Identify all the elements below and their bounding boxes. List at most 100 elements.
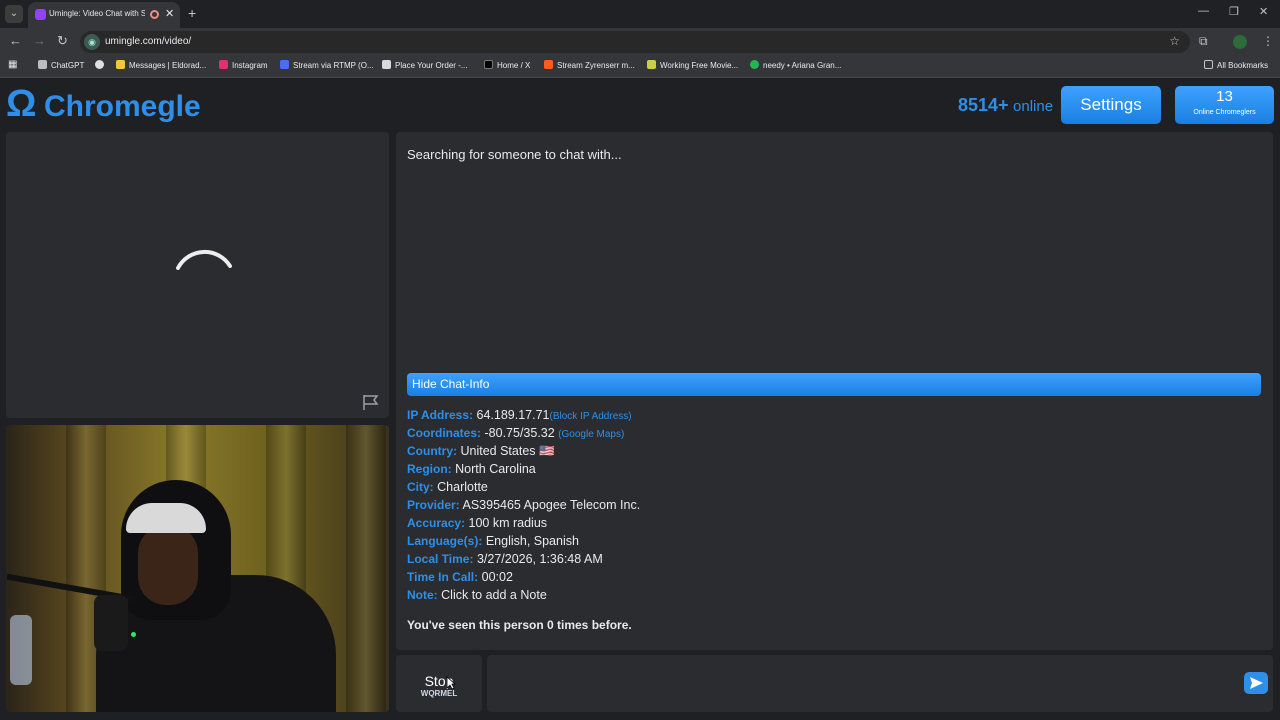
bookmark-item[interactable]: Instagram xyxy=(219,60,268,70)
chat-status: Searching for someone to chat with... xyxy=(407,147,622,162)
loading-spinner-icon xyxy=(176,249,232,270)
address-bar[interactable]: ◉ umingle.com/video/ ☆ xyxy=(80,31,1190,53)
google-maps-link[interactable]: (Google Maps) xyxy=(558,429,624,440)
bookmark-label: Stream via RTMP (O... xyxy=(293,61,374,70)
info-value: -80.75/35.32 xyxy=(484,426,555,440)
umingle-favicon-icon xyxy=(35,9,46,20)
bookmark-item[interactable]: Place Your Order -... xyxy=(382,60,467,70)
info-key: Country: xyxy=(407,444,457,458)
chromeglers-count: 13 xyxy=(1216,88,1233,105)
info-languages-row: Language(s): English, Spanish xyxy=(407,534,640,552)
info-key: Time In Call: xyxy=(407,570,479,584)
x-logo-icon xyxy=(484,60,493,69)
info-key: City: xyxy=(407,480,434,494)
info-key: Coordinates: xyxy=(407,426,482,440)
bookmark-label: ChatGPT xyxy=(51,61,85,70)
menu-dots-icon[interactable]: ⋮ xyxy=(1262,34,1274,48)
self-video xyxy=(6,425,389,712)
info-region-row: Region: North Carolina xyxy=(407,462,640,480)
add-note-link[interactable]: Click to add a Note xyxy=(441,588,547,602)
bookmark-favicon-icon xyxy=(38,60,47,69)
reload-icon[interactable]: ↻ xyxy=(57,33,68,49)
bookmark-item[interactable]: Working Free Movie... xyxy=(647,60,738,70)
settings-button[interactable]: Settings xyxy=(1061,86,1161,124)
info-value: 3/27/2026, 1:36:48 AM xyxy=(476,552,603,566)
stop-button[interactable]: Stop WQRMEL xyxy=(396,655,482,712)
minimize-icon[interactable]: — xyxy=(1198,5,1209,17)
send-button[interactable] xyxy=(1244,672,1268,694)
chat-panel: Searching for someone to chat with... Hi… xyxy=(396,132,1273,650)
info-key: Region: xyxy=(407,462,452,476)
info-value: 100 km radius xyxy=(468,516,548,530)
back-icon[interactable]: ← xyxy=(9,33,22,48)
browser-tabstrip: ⌄ Umingle: Video Chat with S ✕ + — ❐ ✕ xyxy=(0,0,1280,28)
hide-chat-info-button[interactable]: Hide Chat-Info xyxy=(407,373,1261,396)
profile-avatar[interactable] xyxy=(1233,35,1247,49)
water-bottle xyxy=(10,615,32,685)
bookmark-label: needy • Ariana Gran... xyxy=(763,61,842,70)
restore-icon[interactable]: ❐ xyxy=(1229,5,1239,18)
bookmark-favicon-icon xyxy=(116,60,125,69)
bookmark-favicon-icon xyxy=(544,60,553,69)
bookmark-favicon-icon xyxy=(382,60,391,69)
bookmark-label: Stream Zyrenserr m... xyxy=(557,61,635,70)
bookmark-favicon-icon xyxy=(95,60,104,69)
tab-close-icon[interactable]: ✕ xyxy=(165,7,174,20)
bookmark-item[interactable]: needy • Ariana Gran... xyxy=(750,60,841,70)
info-key: IP Address: xyxy=(407,408,474,422)
instagram-icon xyxy=(219,60,228,69)
info-city-row: City: Charlotte xyxy=(407,480,640,498)
stranger-video xyxy=(6,132,389,418)
mouse-cursor-icon xyxy=(446,676,456,690)
bookmark-label: Place Your Order -... xyxy=(395,61,468,70)
bookmark-item[interactable]: Stream Zyrenserr m... xyxy=(544,60,635,70)
bookmark-label: Messages | Eldorad... xyxy=(129,61,207,70)
online-chromeglers-button[interactable]: 13 Online Chromeglers xyxy=(1175,86,1274,124)
info-key: Accuracy: xyxy=(407,516,466,530)
message-input[interactable] xyxy=(487,655,1273,712)
bookmark-item[interactable]: Stream via RTMP (O... xyxy=(280,60,374,70)
bookmark-favicon-icon xyxy=(647,60,656,69)
seen-count-text: You've seen this person 0 times before. xyxy=(407,618,632,632)
chromegle-page: Ω Chromegle 8514+ online Settings 13 Onl… xyxy=(0,80,1280,720)
all-bookmarks-folder[interactable]: All Bookmarks xyxy=(1204,60,1268,70)
info-key: Language(s): xyxy=(407,534,483,548)
bookmark-favicon-icon xyxy=(280,60,289,69)
tab-search-icon[interactable]: ⌄ xyxy=(5,5,23,23)
browser-tab[interactable]: Umingle: Video Chat with S ✕ xyxy=(28,2,180,28)
info-key: Provider: xyxy=(407,498,460,512)
info-value: English, Spanish xyxy=(485,534,579,548)
info-value: 00:02 xyxy=(481,570,513,584)
info-accuracy-row: Accuracy: 100 km radius xyxy=(407,516,640,534)
bookmark-label: Home / X xyxy=(497,61,531,70)
site-info-icon[interactable]: ◉ xyxy=(84,34,100,50)
mic-led xyxy=(131,632,136,637)
report-flag-icon[interactable] xyxy=(362,394,380,411)
chromeglers-label: Online Chromeglers xyxy=(1193,109,1256,116)
online-counter: 8514+ online xyxy=(958,95,1053,116)
bookmark-item[interactable]: Home / X xyxy=(484,60,530,70)
bookmark-item[interactable]: Messages | Eldorad... xyxy=(116,60,206,70)
info-local-time-row: Local Time: 3/27/2026, 1:36:48 AM xyxy=(407,552,640,570)
info-value: Charlotte xyxy=(437,480,488,494)
person-face xyxy=(138,525,198,605)
bookmark-item[interactable]: ChatGPT xyxy=(38,60,84,70)
window-close-icon[interactable]: ✕ xyxy=(1259,5,1268,18)
extensions-icon[interactable]: ⧉ xyxy=(1199,34,1208,49)
all-bookmarks-label: All Bookmarks xyxy=(1217,61,1269,70)
forward-icon[interactable]: → xyxy=(33,33,46,48)
block-ip-link[interactable]: (Block IP Address) xyxy=(550,411,632,422)
apps-grid-icon[interactable]: ▦ xyxy=(8,59,17,70)
new-tab-icon[interactable]: + xyxy=(188,5,196,21)
info-key: Note: xyxy=(407,588,438,602)
info-value: 64.189.17.71 xyxy=(476,408,550,422)
browser-toolbar: ← → ↻ ◉ umingle.com/video/ ☆ ⧉ ⋮ xyxy=(0,28,1280,56)
info-value: AS395465 Apogee Telecom Inc. xyxy=(462,498,641,512)
stop-sublabel: WQRMEL xyxy=(420,689,458,698)
person-cap xyxy=(126,503,206,533)
bookmark-star-icon[interactable]: ☆ xyxy=(1169,34,1180,48)
bookmark-label: Instagram xyxy=(232,61,268,70)
chat-info: IP Address: 64.189.17.71(Block IP Addres… xyxy=(407,408,640,606)
info-ip-row: IP Address: 64.189.17.71(Block IP Addres… xyxy=(407,408,640,426)
bookmark-item[interactable] xyxy=(95,60,108,70)
